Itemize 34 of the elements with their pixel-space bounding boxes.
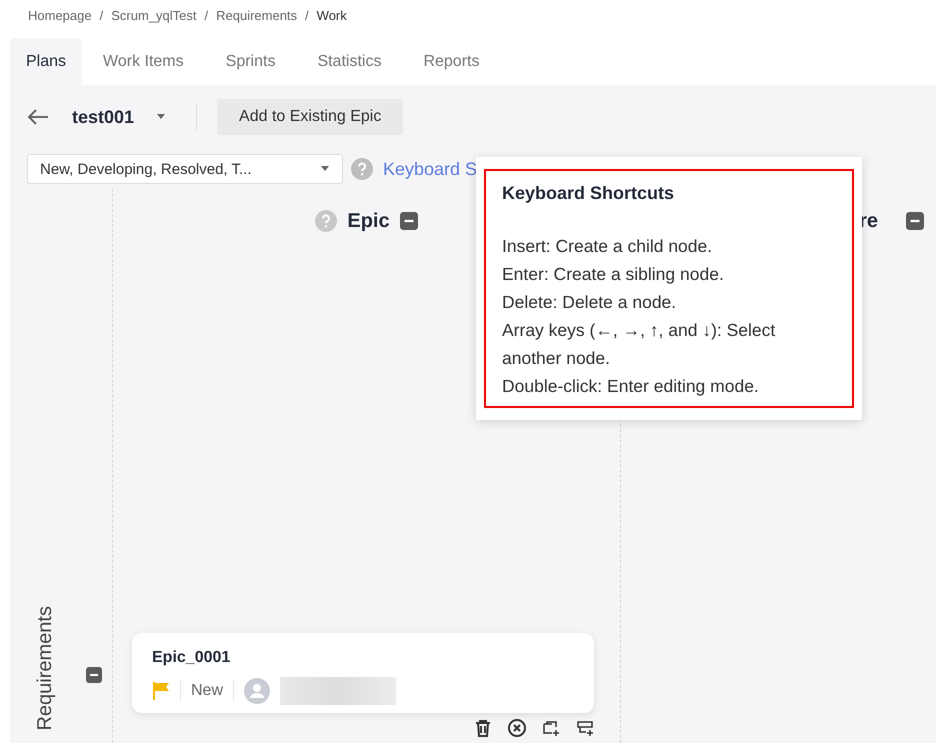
close-icon[interactable] — [508, 719, 526, 737]
popover-title: Keyboard Shortcuts — [502, 183, 676, 204]
collapse-icon[interactable] — [906, 212, 924, 230]
caret-icon[interactable] — [320, 166, 330, 172]
breadcrumb-separator: / — [204, 8, 208, 22]
caret-icon[interactable] — [156, 114, 166, 120]
card-title: Epic_0001 — [152, 649, 232, 667]
keyboard-shortcuts-link[interactable]: Keyboard S — [383, 158, 478, 180]
breadcrumb-link[interactable]: Scrum_yqlTest — [111, 8, 196, 22]
epic-card[interactable]: Epic_0001 New — [132, 633, 594, 713]
status-filter-dropdown[interactable]: New, Developing, Resolved, T... — [27, 154, 343, 184]
tab[interactable]: Plans — [10, 38, 82, 85]
breadcrumb-link[interactable]: Homepage — [28, 8, 92, 22]
shortcut-line: Enter: Create a sibling node. — [502, 263, 725, 286]
shortcut-line: Insert: Create a child node. — [502, 235, 714, 258]
breadcrumb-separator: / — [100, 8, 104, 22]
breadcrumb-link[interactable]: Requirements — [216, 8, 298, 22]
add-child-icon[interactable] — [542, 719, 560, 737]
delete-icon[interactable] — [474, 719, 492, 737]
breadcrumb-separator: / — [305, 8, 309, 22]
shortcut-line: Double-click: Enter editing mode. — [502, 375, 760, 398]
flag-icon — [152, 681, 170, 701]
add-to-epic-button[interactable]: Add to Existing Epic — [217, 99, 404, 135]
collapse-icon[interactable] — [400, 212, 418, 230]
collapse-icon[interactable] — [86, 667, 102, 683]
avatar-icon — [244, 678, 270, 704]
lane-label: Requirements — [34, 606, 57, 731]
status-label: New — [191, 682, 224, 700]
back-arrow-icon[interactable] — [27, 109, 49, 125]
add-sibling-icon[interactable] — [576, 719, 594, 737]
shortcut-line: Delete: Delete a node. — [502, 291, 678, 314]
column-title: Epic — [347, 210, 390, 232]
shortcut-line: Array keys (←, →, ↑, and ↓): Select another node. — [502, 319, 776, 370]
plan-title: test001 — [72, 106, 134, 128]
